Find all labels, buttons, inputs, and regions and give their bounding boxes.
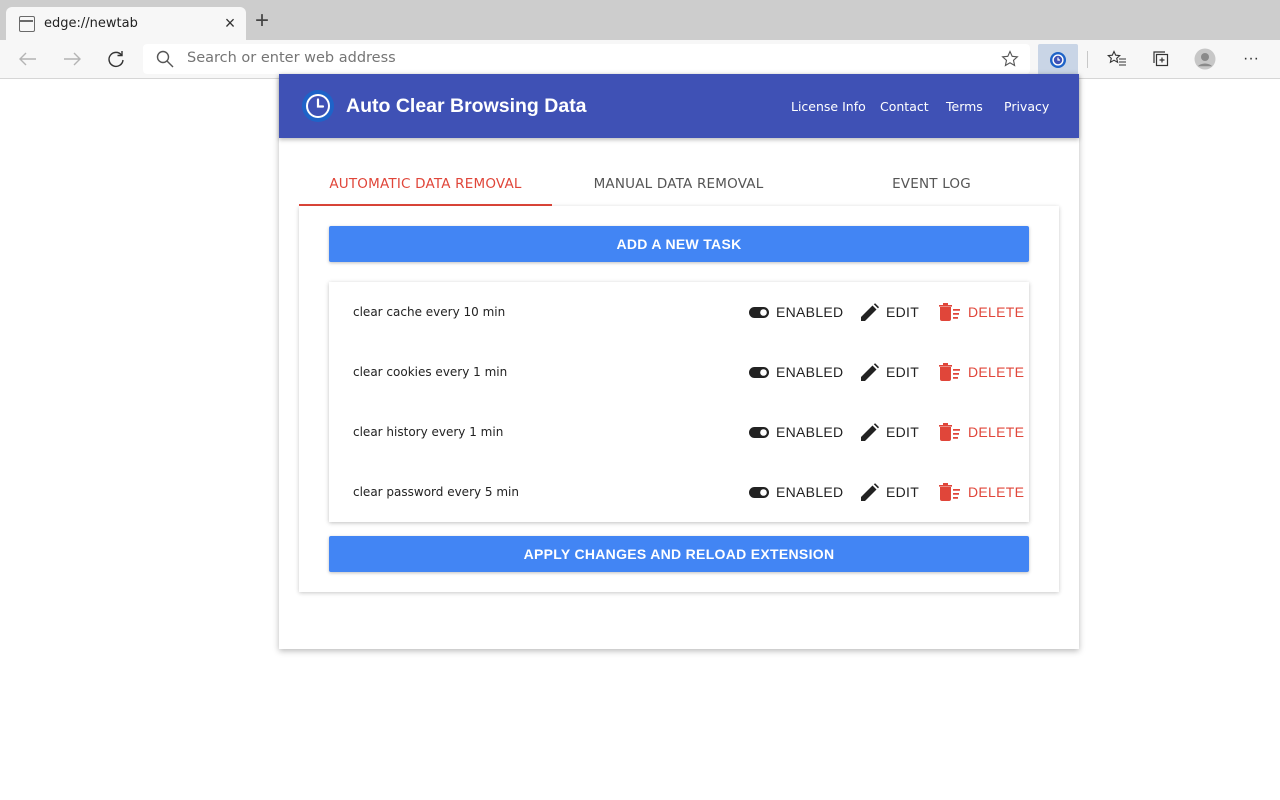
task-row: clear history every 1 min ENABLED EDIT D… [329,402,1029,462]
page-icon [19,16,35,32]
app-header: Auto Clear Browsing Data License Info Co… [279,74,1079,138]
favorites-icon[interactable] [1106,48,1128,70]
close-icon[interactable]: × [222,13,238,33]
tab-title: edge://newtab [44,16,138,31]
edit-label: EDIT [886,364,920,380]
pencil-icon [861,362,879,381]
back-arrow-icon[interactable] [16,48,40,70]
status-label: ENABLED [776,304,844,320]
favorite-star-icon[interactable] [1001,50,1019,68]
delete-label: DELETE [968,424,1025,440]
toggle-on-icon [749,486,769,498]
delete-sweep-icon [939,423,960,441]
tab-strip: edge://newtab × + [0,0,1280,40]
edit-button[interactable]: EDIT [860,361,919,383]
delete-button[interactable]: DELETE [939,301,1024,323]
extension-popup: Auto Clear Browsing Data License Info Co… [279,74,1079,649]
app-title: Auto Clear Browsing Data [346,95,587,117]
edit-label: EDIT [886,304,920,320]
toggle-on-icon [749,306,769,318]
enable-toggle[interactable]: ENABLED [749,481,843,503]
delete-label: DELETE [968,304,1025,320]
delete-sweep-icon [939,363,960,381]
task-label: clear cookies every 1 min [353,365,508,379]
search-icon [156,50,174,68]
refresh-icon[interactable] [104,48,128,70]
address-bar[interactable] [143,44,1030,74]
forward-arrow-icon[interactable] [60,48,84,70]
privacy-link[interactable]: Privacy [1004,99,1049,114]
delete-label: DELETE [968,364,1025,380]
tab-event-log[interactable]: EVENT LOG [805,162,1058,206]
toggle-on-icon [749,426,769,438]
new-tab-button[interactable]: + [252,9,272,33]
status-label: ENABLED [776,424,844,440]
delete-sweep-icon [939,303,960,321]
edit-label: EDIT [886,484,920,500]
collections-icon[interactable] [1150,48,1172,70]
task-label: clear password every 5 min [353,485,519,499]
task-row: clear password every 5 min ENABLED EDIT … [329,462,1029,522]
add-task-button[interactable]: ADD A NEW TASK [329,226,1029,262]
delete-label: DELETE [968,484,1025,500]
contact-link[interactable]: Contact [880,99,929,114]
task-row: clear cache every 10 min ENABLED EDIT DE… [329,282,1029,342]
pencil-icon [861,302,879,321]
status-label: ENABLED [776,364,844,380]
toolbar-divider [1087,51,1088,68]
license-info-link[interactable]: License Info [791,99,866,114]
task-list: clear cache every 10 min ENABLED EDIT DE… [329,282,1029,522]
edit-button[interactable]: EDIT [860,481,919,503]
delete-button[interactable]: DELETE [939,421,1024,443]
edit-button[interactable]: EDIT [860,301,919,323]
extension-clock-icon[interactable] [1038,44,1078,75]
apply-changes-button[interactable]: APPLY CHANGES AND RELOAD EXTENSION [329,536,1029,572]
avatar[interactable] [1194,48,1216,70]
task-row: clear cookies every 1 min ENABLED EDIT D… [329,342,1029,402]
toggle-on-icon [749,366,769,378]
edit-label: EDIT [886,424,920,440]
enable-toggle[interactable]: ENABLED [749,361,843,383]
pencil-icon [861,482,879,501]
edit-button[interactable]: EDIT [860,421,919,443]
status-label: ENABLED [776,484,844,500]
tab-manual-data-removal[interactable]: MANUAL DATA REMOVAL [552,162,805,206]
address-input[interactable] [187,50,967,66]
tab-automatic-data-removal[interactable]: AUTOMATIC DATA REMOVAL [299,162,552,206]
enable-toggle[interactable]: ENABLED [749,301,843,323]
tab-bar: AUTOMATIC DATA REMOVAL MANUAL DATA REMOV… [299,162,1059,206]
task-card: ADD A NEW TASK clear cache every 10 min … [299,206,1059,592]
task-label: clear cache every 10 min [353,305,506,319]
delete-button[interactable]: DELETE [939,361,1024,383]
clock-logo-icon [302,90,334,122]
browser-tab[interactable]: edge://newtab × [6,7,246,40]
delete-button[interactable]: DELETE [939,481,1024,503]
terms-link[interactable]: Terms [946,99,983,114]
enable-toggle[interactable]: ENABLED [749,421,843,443]
delete-sweep-icon [939,483,960,501]
task-label: clear history every 1 min [353,425,504,439]
pencil-icon [861,422,879,441]
more-menu-icon[interactable]: ··· [1240,48,1262,70]
